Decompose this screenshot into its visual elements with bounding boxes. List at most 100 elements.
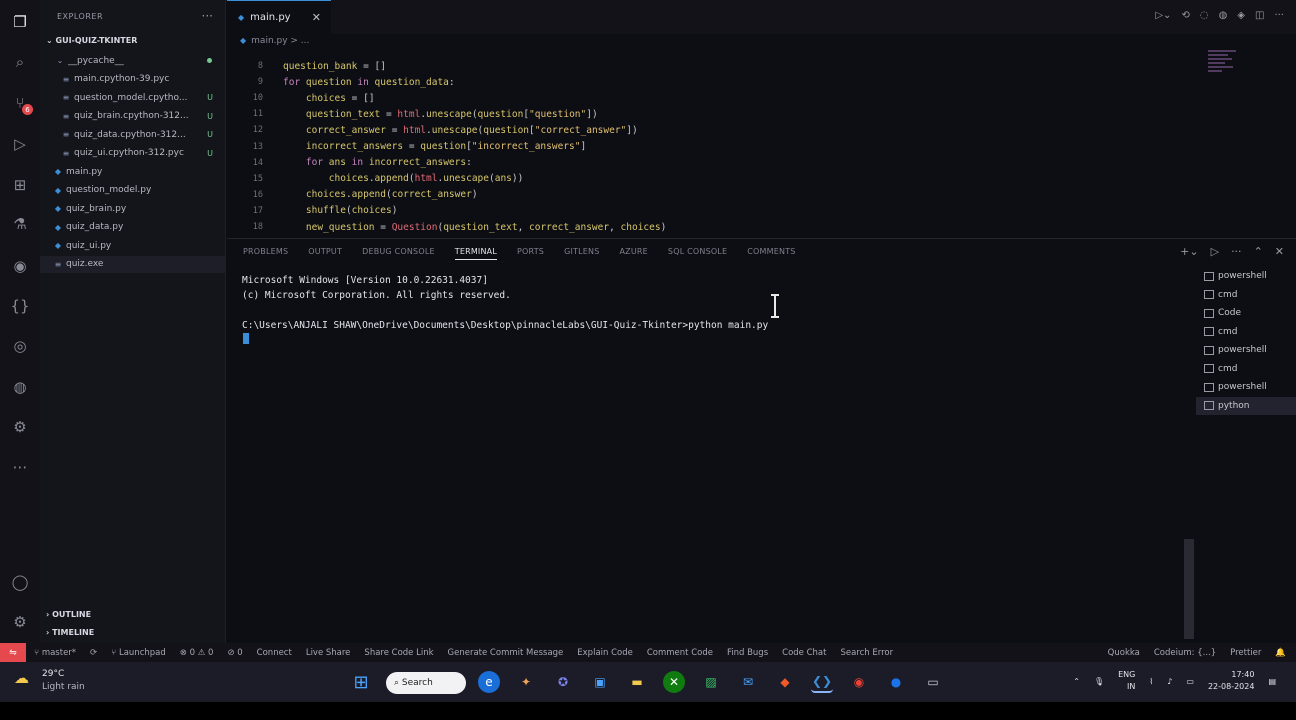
file-item[interactable]: ◆ quiz_ui.py — [40, 237, 225, 254]
terminal-scrollbar[interactable] — [1184, 539, 1194, 639]
teams-icon[interactable]: ✪ — [552, 671, 574, 693]
status-item[interactable]: Live Share — [306, 648, 351, 658]
maximize-panel-icon[interactable]: ⌃ — [1254, 245, 1263, 258]
gitlens-icon[interactable]: ◎ — [10, 336, 30, 356]
status-right-item[interactable]: Codeium: {...} — [1154, 648, 1216, 658]
terminal-instance[interactable]: powershell — [1196, 341, 1296, 360]
folder-item[interactable]: ⌄ __pycache__ • — [40, 52, 225, 69]
more-actions-icon[interactable]: ··· — [1274, 10, 1284, 21]
testing-icon[interactable]: ⚗ — [10, 214, 30, 234]
file-item[interactable]: ≡ main.cpython-39.pyc — [40, 71, 225, 88]
wifi-icon[interactable]: ⌇ — [1149, 677, 1153, 686]
run-icon[interactable]: ▷ — [1211, 245, 1219, 258]
panel-tab-terminal[interactable]: TERMINAL — [454, 247, 498, 260]
timeline-section[interactable]: › TIMELINE — [46, 628, 94, 637]
explorer-icon[interactable]: ❐ — [10, 12, 30, 32]
panel-tab-comments[interactable]: COMMENTS — [747, 247, 795, 260]
copilot-icon[interactable]: ✦ — [515, 671, 537, 693]
edge-browser-icon[interactable]: e — [478, 671, 500, 693]
more-icon[interactable]: ⋯ — [10, 457, 30, 477]
file-item[interactable]: ◆ main.py — [40, 163, 225, 180]
manage-gear-icon[interactable]: ⚙ — [10, 612, 30, 632]
sync-icon[interactable]: ⟳ — [90, 648, 97, 658]
file-item[interactable]: ◆ question_model.py — [40, 182, 225, 199]
terminal-instance[interactable]: powershell — [1196, 378, 1296, 397]
terminal-output[interactable]: Microsoft Windows [Version 10.0.22631.40… — [242, 273, 768, 333]
outlook-icon[interactable]: ✉ — [737, 671, 759, 693]
language-indicator[interactable]: ENG IN — [1118, 669, 1135, 693]
github-icon[interactable]: ◉ — [10, 256, 30, 276]
launchpad-status[interactable]: ⑂ Launchpad — [111, 648, 166, 658]
notification-bell-icon[interactable]: 🔔 — [1275, 648, 1286, 658]
terminal-instance[interactable]: powershell — [1196, 267, 1296, 286]
chrome-icon[interactable]: ◉ — [848, 671, 870, 693]
file-item[interactable]: ≡ quiz.exe — [40, 255, 225, 273]
file-item[interactable]: ≡ quiz_brain.cpython-312... U — [40, 108, 225, 125]
remote-indicator-icon[interactable]: ⇋ — [0, 643, 26, 662]
terminal-instance[interactable]: python — [1196, 396, 1296, 415]
file-item[interactable]: ≡ question_model.cpytho... U — [40, 89, 225, 106]
clock[interactable]: 17:40 22-08-2024 — [1208, 669, 1255, 693]
status-right-item[interactable]: Prettier — [1230, 648, 1261, 658]
panel-tab-problems[interactable]: PROBLEMS — [243, 247, 288, 260]
battery-icon[interactable]: ▭ — [1186, 677, 1194, 686]
project-folder[interactable]: ⌄ GUI-QUIZ-TKINTER — [46, 36, 137, 45]
close-tab-icon[interactable]: ✕ — [312, 11, 321, 24]
search-icon[interactable]: ⌕ — [10, 52, 30, 72]
new-terminal-icon[interactable]: +⌄ — [1180, 245, 1198, 258]
store-icon[interactable]: ▣ — [589, 671, 611, 693]
run-python-icon[interactable]: ▷⌄ — [1155, 10, 1171, 21]
ports-status[interactable]: ⊘ 0 — [227, 648, 242, 658]
weather-widget[interactable]: ☁ 29°C Light rain — [14, 669, 85, 692]
status-item[interactable]: Share Code Link — [364, 648, 433, 658]
brackets-icon[interactable]: {} — [10, 296, 30, 316]
snipping-icon[interactable]: ▭ — [922, 671, 944, 693]
terminal-instance[interactable]: cmd — [1196, 286, 1296, 305]
xbox-icon[interactable]: ✕ — [663, 671, 685, 693]
file-item[interactable]: ◆ quiz_data.py — [40, 219, 225, 236]
tab-main-py[interactable]: ◆ main.py ✕ — [227, 0, 331, 34]
copilot-icon[interactable]: ◈ — [1237, 10, 1245, 21]
panel-tab-sql-console[interactable]: SQL CONSOLE — [668, 247, 727, 260]
panel-tab-debug-console[interactable]: DEBUG CONSOLE — [362, 247, 435, 260]
taskbar-search[interactable]: ⌕ Search — [386, 672, 466, 694]
remote-explorer-icon[interactable]: ◍ — [10, 377, 30, 397]
notifications-icon[interactable]: ▤ — [1268, 677, 1276, 686]
terminal-instance[interactable]: Code — [1196, 304, 1296, 323]
minimap[interactable] — [1208, 50, 1236, 82]
status-right-item[interactable]: Quokka — [1108, 648, 1140, 658]
extensions-icon[interactable]: ⊞ — [10, 175, 30, 195]
problems-status[interactable]: ⊗ 0 ⚠ 0 — [180, 648, 214, 658]
outline-section[interactable]: › OUTLINE — [46, 610, 91, 619]
timeline-icon[interactable]: ◌ — [1200, 10, 1209, 21]
excel-like-icon[interactable]: ▨ — [700, 671, 722, 693]
terminal-instance[interactable]: cmd — [1196, 323, 1296, 342]
panel-tab-ports[interactable]: PORTS — [517, 247, 544, 260]
brave-icon[interactable]: ◆ — [774, 671, 796, 693]
terminal-instance[interactable]: cmd — [1196, 360, 1296, 379]
zoom-icon[interactable]: ● — [885, 671, 907, 693]
file-explorer-icon[interactable]: ▬ — [626, 671, 648, 693]
status-item[interactable]: Generate Commit Message — [448, 648, 564, 658]
status-item[interactable]: Explain Code — [577, 648, 633, 658]
run-debug-icon[interactable]: ▷ — [10, 134, 30, 154]
branch-status[interactable]: ⑂ master* — [34, 648, 76, 658]
volume-icon[interactable]: ♪ — [1167, 677, 1172, 686]
explorer-more-icon[interactable]: ··· — [202, 9, 213, 23]
file-item[interactable]: ≡ quiz_ui.cpython-312.pyc U — [40, 145, 225, 162]
status-item[interactable]: Search Error — [840, 648, 893, 658]
breadcrumb[interactable]: ◆ main.py > ... — [240, 36, 309, 46]
go-back-icon[interactable]: ⟲ — [1181, 10, 1189, 21]
account-icon[interactable]: ◯ — [10, 572, 30, 592]
vscode-icon[interactable]: ❮❯ — [811, 671, 833, 693]
status-item[interactable]: Connect — [257, 648, 292, 658]
status-item[interactable]: Code Chat — [782, 648, 826, 658]
compare-icon[interactable]: ◍ — [1219, 10, 1228, 21]
show-hidden-icons[interactable]: ⌃ — [1073, 677, 1080, 686]
settings-sync-icon[interactable]: ⚙ — [10, 417, 30, 437]
panel-tab-output[interactable]: OUTPUT — [308, 247, 342, 260]
panel-tab-gitlens[interactable]: GITLENS — [564, 247, 599, 260]
microphone-icon[interactable]: 🎙 — [1094, 677, 1104, 686]
file-item[interactable]: ≡ quiz_data.cpython-312... U — [40, 126, 225, 143]
split-editor-icon[interactable]: ◫ — [1255, 10, 1264, 21]
